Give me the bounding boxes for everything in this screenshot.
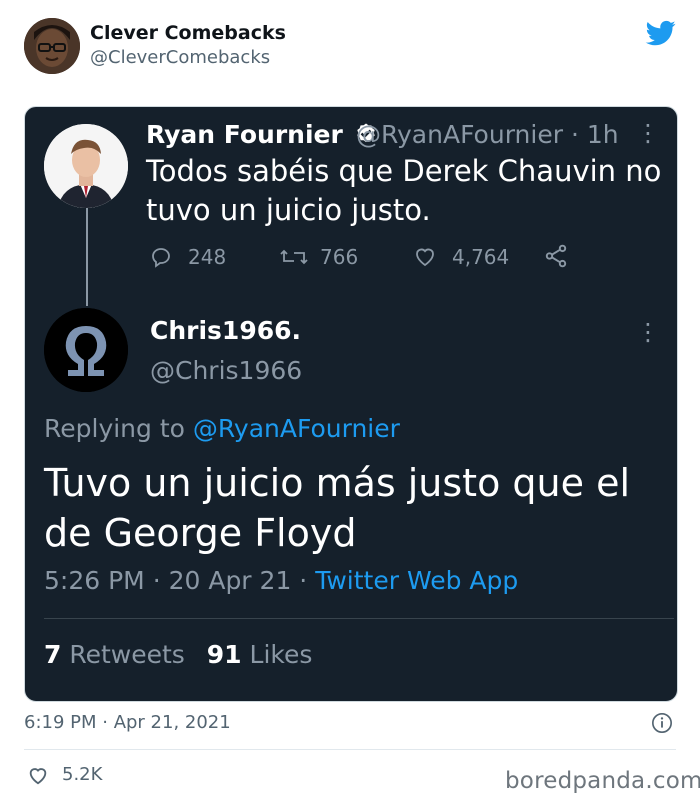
twitter-bird-icon[interactable] <box>644 18 678 48</box>
divider <box>24 749 676 750</box>
retweets-stat[interactable]: 7 Retweets <box>44 640 185 669</box>
reply-author-avatar[interactable] <box>44 308 128 392</box>
parent-author-name[interactable]: Ryan Fournier <box>146 120 378 149</box>
parent-author-avatar[interactable] <box>44 124 128 208</box>
author-name[interactable]: Clever Comebacks <box>90 22 286 44</box>
engagement-stats: 7 Retweets 91 Likes <box>44 640 312 669</box>
replying-to-handle-link[interactable]: @RyanAFournier <box>193 414 400 443</box>
reply-icon[interactable] <box>148 245 174 269</box>
watermark: boredpanda.com <box>505 768 700 794</box>
thread-connector-line <box>86 206 88 306</box>
parent-tweet-meta: @RyanAFournier · 1h <box>356 120 619 149</box>
replying-to-label: Replying to <box>44 414 185 443</box>
reply-more-options-icon[interactable]: ⋮ <box>636 318 660 346</box>
parent-author-handle[interactable]: @RyanAFournier <box>356 120 563 149</box>
outer-like-count: 5.2K <box>62 764 103 785</box>
reply-time: 5:26 PM <box>44 566 145 595</box>
like-icon[interactable] <box>412 244 438 268</box>
reply-date: · 20 Apr 21 · <box>152 566 308 595</box>
likes-stat[interactable]: 91 Likes <box>207 640 313 669</box>
reply-tweet-meta: 5:26 PM · 20 Apr 21 · Twitter Web App <box>44 566 518 595</box>
likes-label: Likes <box>249 640 313 669</box>
info-icon[interactable] <box>651 712 673 734</box>
retweets-label: Retweets <box>69 640 185 669</box>
likes-count: 91 <box>206 640 242 669</box>
parent-tweet-age: · 1h <box>570 120 619 149</box>
reply-author-name[interactable]: Chris1966. <box>150 316 301 345</box>
parent-author-name-label: Ryan Fournier <box>146 120 343 149</box>
retweet-icon[interactable] <box>278 245 310 269</box>
author-handle[interactable]: @CleverComebacks <box>90 47 270 68</box>
divider <box>44 618 674 619</box>
reply-tweet-text: Tuvo un juicio más justo que el de Georg… <box>44 461 631 555</box>
tweet-source-link[interactable]: Twitter Web App <box>315 566 518 595</box>
heart-icon[interactable] <box>26 764 50 786</box>
tweet-timestamp[interactable]: 6:19 PM · Apr 21, 2021 <box>24 712 231 733</box>
reply-author-handle[interactable]: @Chris1966 <box>150 356 302 385</box>
share-icon[interactable] <box>543 243 569 269</box>
parent-tweet-text: Todos sabéis que Derek Chauvin no tuvo u… <box>146 154 662 227</box>
like-count: 4,764 <box>452 245 510 269</box>
avatar[interactable] <box>24 18 80 74</box>
replying-to-line: Replying to @RyanAFournier <box>44 414 400 443</box>
retweet-count: 766 <box>320 245 359 269</box>
retweets-count: 7 <box>44 640 62 669</box>
parent-more-options-icon[interactable]: ⋮ <box>636 119 660 147</box>
reply-count: 248 <box>188 245 227 269</box>
